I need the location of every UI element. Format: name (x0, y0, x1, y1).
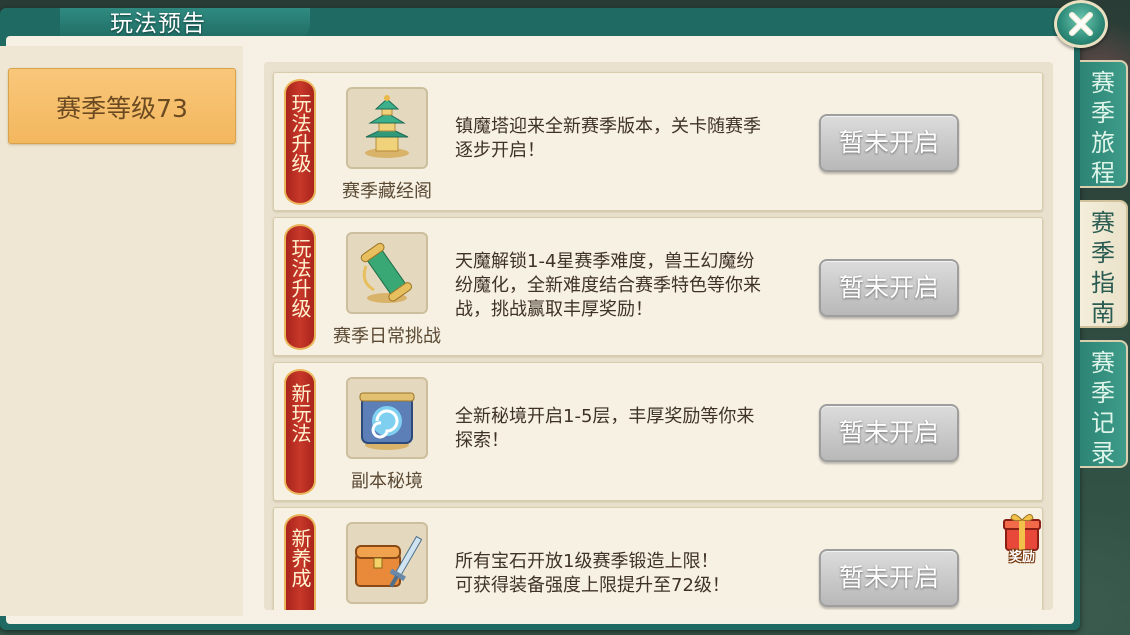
close-icon (1069, 12, 1093, 36)
tag-char: 法 (288, 113, 312, 133)
description-line: 可获得装备强度上限提升至72级！ (455, 575, 730, 596)
feature-description: 镇魔塔迎来全新赛季版本，关卡随赛季 逐步开启！ (455, 115, 817, 163)
feature-description: 天魔解锁1-4星赛季难度，兽王幻魔纷 纷魔化，全新难度结合赛季特色等你来 战，挑… (455, 250, 817, 322)
tab-char: 季 (1091, 99, 1115, 127)
description-line: 战，挑战赢取丰厚奖励！ (455, 299, 653, 320)
list-item: 玩 法 升 级 赛季藏经阁 镇魔塔迎来全新赛季版本，关卡随赛季 逐步开启！ 暂未… (273, 72, 1043, 211)
tab-char: 赛 (1091, 69, 1115, 97)
description-line: 探索！ (455, 430, 509, 451)
tag-char: 新 (288, 383, 312, 403)
tab-char: 季 (1091, 379, 1115, 407)
button-label: 暂未开启 (838, 128, 939, 157)
tab-char: 程 (1091, 159, 1115, 187)
pagoda-icon (365, 95, 409, 158)
tab-season-journey[interactable]: 赛 季 旅 程 (1080, 60, 1128, 188)
tag-ribbon: 玩 法 升 级 (284, 79, 316, 205)
category-item-season-level[interactable]: 赛季等级73 (8, 68, 236, 144)
description-line: 纷魔化，全新难度结合赛季特色等你来 (455, 275, 761, 296)
chest-sword-icon (355, 535, 422, 588)
list-item: 玩 法 升 级 赛季日常挑战 天魔解锁1-4星赛季难度，兽王幻魔纷 纷魔化，全新… (273, 217, 1043, 356)
tag-ribbon: 新 养 成 (284, 514, 316, 610)
tag-char: 玩 (288, 403, 312, 423)
tab-char: 指 (1091, 269, 1115, 297)
description-line: 逐步开启！ (455, 140, 545, 161)
tab-char: 记 (1091, 409, 1115, 437)
tab-season-record[interactable]: 赛 季 记 录 (1080, 340, 1128, 468)
description-line: 天魔解锁1-4星赛季难度，兽王幻魔纷 (455, 251, 755, 272)
list-item: 新 玩 法 副本秘境 全新秘境开启1-5层，丰厚奖励等你来 探索！ 暂未开启 (273, 362, 1043, 501)
not-open-button[interactable]: 暂未开启 (819, 259, 959, 317)
tag-char: 级 (288, 153, 312, 173)
portal-icon (359, 392, 415, 450)
description-line: 镇魔塔迎来全新赛季版本，关卡随赛季 (455, 116, 761, 137)
feature-caption: 赛季日常挑战 (333, 326, 441, 347)
tag-char: 成 (288, 568, 312, 588)
tag-char: 玩 (288, 238, 312, 258)
list-item: 新 养 成 所有宝石开放1级赛季锻造上限！ 可获得装备强度上限提升至72级！ 暂… (273, 507, 1043, 610)
tag-char: 升 (288, 133, 312, 153)
close-button[interactable] (1054, 0, 1108, 48)
tag-ribbon: 新 玩 法 (284, 369, 316, 495)
feature-icon-frame[interactable] (346, 232, 428, 314)
feature-icon-frame[interactable] (346, 377, 428, 459)
tag-char: 养 (288, 548, 312, 568)
description-line: 所有宝石开放1级赛季锻造上限！ (455, 551, 719, 572)
tag-char: 法 (288, 423, 312, 443)
feature-caption: 赛季藏经阁 (342, 181, 432, 202)
reward-label: 奖励 (1008, 550, 1035, 565)
scroll-icon (360, 242, 413, 303)
tab-char: 赛 (1091, 209, 1115, 237)
tab-char: 录 (1091, 439, 1115, 467)
not-open-button[interactable]: 暂未开启 (819, 114, 959, 172)
tab-char: 南 (1091, 299, 1115, 327)
feature-icon-frame[interactable] (346, 522, 428, 604)
feature-description: 全新秘境开启1-5层，丰厚奖励等你来 探索！ (455, 405, 817, 453)
feature-caption: 副本秘境 (351, 471, 423, 492)
button-label: 暂未开启 (838, 273, 939, 302)
tab-char: 季 (1091, 239, 1115, 267)
window-title: 玩法预告 (110, 11, 206, 37)
feature-icon-frame[interactable] (346, 87, 428, 169)
tag-ribbon: 玩 法 升 级 (284, 224, 316, 350)
tag-char: 升 (288, 278, 312, 298)
tag-char: 级 (288, 298, 312, 318)
category-panel: 赛季等级73 (0, 46, 243, 616)
button-label: 暂未开启 (838, 563, 939, 592)
tag-char: 法 (288, 258, 312, 278)
tab-char: 旅 (1091, 129, 1115, 157)
not-open-button[interactable]: 暂未开启 (819, 549, 959, 607)
category-label: 赛季等级73 (56, 94, 188, 123)
preview-list[interactable]: 玩 法 升 级 赛季藏经阁 镇魔塔迎来全新赛季版本，关卡随赛季 逐步开启！ 暂未… (264, 62, 1053, 610)
not-open-button[interactable]: 暂未开启 (819, 404, 959, 462)
feature-description: 所有宝石开放1级赛季锻造上限！ 可获得装备强度上限提升至72级！ (455, 550, 817, 598)
button-label: 暂未开启 (838, 418, 939, 447)
reward-badge[interactable]: 奖励 (1001, 510, 1043, 568)
tab-char: 赛 (1091, 349, 1115, 377)
tag-char: 新 (288, 528, 312, 548)
tab-season-guide[interactable]: 赛 季 指 南 (1080, 200, 1128, 328)
tag-char: 玩 (288, 93, 312, 113)
description-line: 全新秘境开启1-5层，丰厚奖励等你来 (455, 406, 755, 427)
